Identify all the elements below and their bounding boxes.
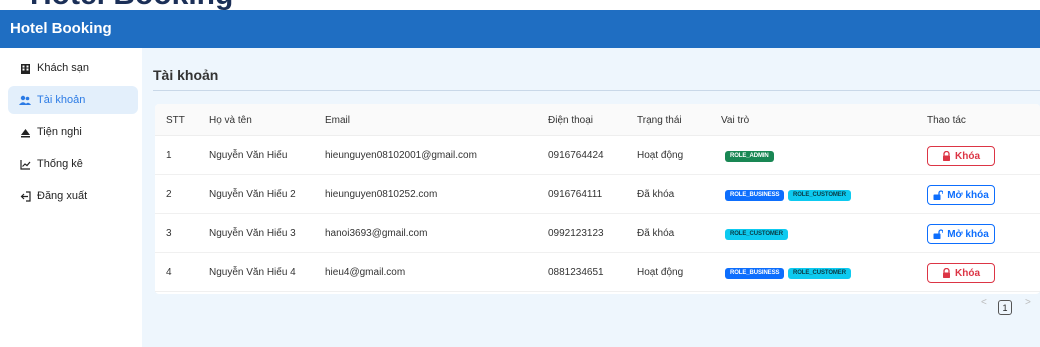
- cell-phone: 0916764111: [548, 189, 603, 200]
- sidebar-item-thong-ke[interactable]: Thống kê: [8, 150, 138, 178]
- page-heading-clipped: Hotel Booking: [0, 0, 1040, 10]
- cell-stt: 1: [166, 150, 172, 161]
- column-header-stt: STT: [166, 115, 185, 126]
- main-content: Tài khoản STT Họ và tên Email Điện thoại…: [142, 48, 1040, 347]
- sidebar-item-khach-san[interactable]: Khách sạn: [8, 54, 138, 82]
- role-badge-admin: ROLE_ADMIN: [725, 151, 774, 162]
- cell-status: Hoạt động: [637, 267, 684, 278]
- sidebar-item-label: Đăng xuất: [37, 190, 88, 202]
- cell-name: Nguyễn Văn Hiếu 2: [209, 189, 296, 200]
- app-header: Hotel Booking: [0, 10, 1040, 48]
- column-header-email: Email: [325, 115, 351, 126]
- column-header-status: Trạng thái: [637, 115, 682, 126]
- sidebar-item-tien-nghi[interactable]: Tiện nghi: [8, 118, 138, 146]
- cell-phone: 0881234651: [548, 267, 604, 278]
- role-badge-business: ROLE_BUSINESS: [725, 190, 785, 201]
- cell-email: hieunguyen08102001@gmail.com: [325, 150, 477, 161]
- cell-name: Nguyễn Văn Hiếu 3: [209, 228, 296, 239]
- button-label: Mở khóa: [947, 228, 989, 240]
- column-header-roles: Vai trò: [721, 115, 750, 126]
- cell-stt: 3: [166, 228, 172, 239]
- unlock-icon: [933, 229, 944, 239]
- cell-phone: 0916764424: [548, 150, 604, 161]
- button-label: Khóa: [955, 267, 980, 279]
- cell-status: Đã khóa: [637, 189, 675, 200]
- cell-stt: 4: [166, 267, 172, 278]
- table-row: 4 Nguyễn Văn Hiếu 4 hieu4@gmail.com 0881…: [155, 253, 1040, 292]
- lock-button[interactable]: Khóa: [927, 263, 995, 283]
- pagination-page[interactable]: 1: [998, 300, 1012, 315]
- cell-email: hanoi3693@gmail.com: [325, 228, 428, 239]
- cell-status: Hoạt động: [637, 150, 684, 161]
- users-icon: [19, 94, 31, 106]
- logout-icon: [19, 190, 31, 202]
- sidebar-item-label: Tiện nghi: [37, 126, 82, 138]
- app-title: Hotel Booking: [10, 20, 112, 37]
- lock-icon: [943, 151, 950, 161]
- lock-icon: [943, 268, 950, 278]
- unlock-icon: [933, 190, 944, 200]
- cell-phone: 0992123123: [548, 228, 604, 239]
- chart-icon: [19, 158, 31, 170]
- cell-status: Đã khóa: [637, 228, 675, 239]
- sidebar-item-dang-xuat[interactable]: Đăng xuất: [8, 182, 138, 210]
- table-row: 3 Nguyễn Văn Hiếu 3 hanoi3693@gmail.com …: [155, 214, 1040, 253]
- table-header-row: STT Họ và tên Email Điện thoại Trạng thá…: [155, 104, 1040, 136]
- page-title: Tài khoản: [153, 67, 219, 83]
- cell-stt: 2: [166, 189, 172, 200]
- amenities-icon: [19, 126, 31, 138]
- hotel-icon: [19, 62, 31, 74]
- column-header-actions: Thao tác: [927, 115, 966, 126]
- sidebar-item-label: Thống kê: [37, 158, 83, 170]
- cell-name: Nguyễn Văn Hiếu: [209, 150, 288, 161]
- role-badge-customer: ROLE_CUSTOMER: [788, 190, 851, 201]
- role-badge-customer: ROLE_CUSTOMER: [788, 268, 851, 279]
- unlock-button[interactable]: Mở khóa: [927, 224, 995, 244]
- cell-email: hieunguyen0810252.com: [325, 189, 438, 200]
- title-divider: [153, 90, 1040, 91]
- button-label: Khóa: [955, 150, 980, 162]
- role-badge-business: ROLE_BUSINESS: [725, 268, 785, 279]
- lock-button[interactable]: Khóa: [927, 146, 995, 166]
- sidebar: Khách sạn Tài khoản Tiện nghi Thống kê Đ…: [0, 48, 142, 347]
- sidebar-item-tai-khoan[interactable]: Tài khoản: [8, 86, 138, 114]
- role-badge-customer: ROLE_CUSTOMER: [725, 229, 788, 240]
- pagination-prev[interactable]: <: [981, 297, 987, 308]
- table-row: 2 Nguyễn Văn Hiếu 2 hieunguyen0810252.co…: [155, 175, 1040, 214]
- column-header-name: Họ và tên: [209, 115, 252, 126]
- accounts-table: STT Họ và tên Email Điện thoại Trạng thá…: [155, 104, 1040, 294]
- sidebar-item-label: Khách sạn: [37, 62, 89, 74]
- column-header-phone: Điện thoại: [548, 115, 594, 126]
- unlock-button[interactable]: Mở khóa: [927, 185, 995, 205]
- button-label: Mở khóa: [947, 189, 989, 201]
- table-row: 1 Nguyễn Văn Hiếu hieunguyen08102001@gma…: [155, 136, 1040, 175]
- cell-email: hieu4@gmail.com: [325, 267, 406, 278]
- sidebar-item-label: Tài khoản: [37, 94, 86, 106]
- pagination-next[interactable]: >: [1025, 297, 1031, 308]
- cell-name: Nguyễn Văn Hiếu 4: [209, 267, 296, 278]
